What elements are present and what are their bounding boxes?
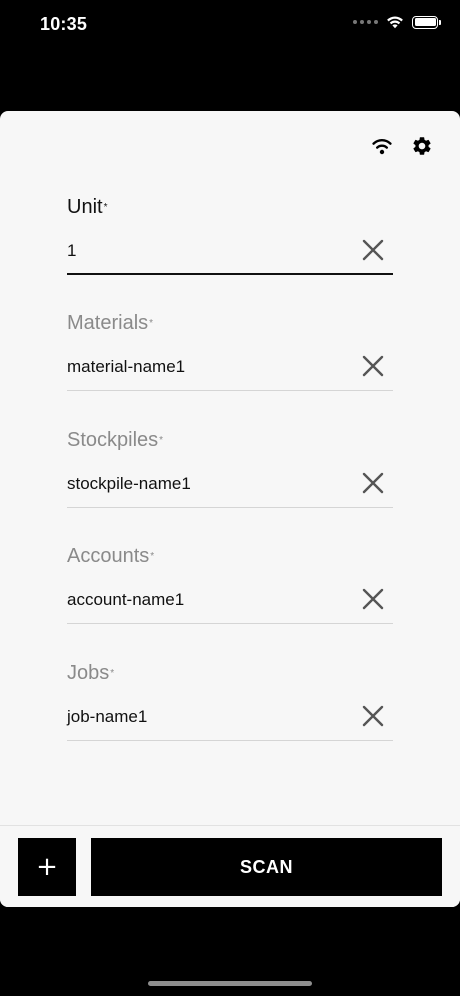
scan-button[interactable]: SCAN [91,838,442,896]
materials-field: Materials* material-name1 [67,312,393,391]
stockpiles-label: Stockpiles* [67,429,164,451]
close-icon [362,355,384,377]
close-icon [362,239,384,261]
materials-input[interactable]: material-name1 [67,345,393,391]
jobs-value: job-name1 [67,707,148,726]
unit-label: Unit* [67,196,108,218]
accounts-input[interactable]: account-name1 [67,578,393,624]
stockpiles-input[interactable]: stockpile-name1 [67,462,393,508]
accounts-value: account-name1 [67,590,185,609]
jobs-clear-button[interactable] [361,704,385,728]
gear-icon[interactable] [411,135,433,157]
accounts-label: Accounts* [67,545,155,567]
accounts-clear-button[interactable] [361,587,385,611]
status-time: 10:35 [40,14,88,34]
status-indicators [353,15,441,29]
stockpiles-clear-button[interactable] [361,471,385,495]
unit-value: 1 [67,241,77,260]
stockpiles-field: Stockpiles* stockpile-name1 [67,429,393,508]
close-icon [362,705,384,727]
close-icon [362,588,384,610]
bottom-action-bar: + SCAN [0,825,460,907]
jobs-field: Jobs* job-name1 [67,662,393,741]
materials-label: Materials* [67,312,154,334]
status-bar: 10:35 [0,0,460,50]
materials-value: material-name1 [67,357,186,376]
cellular-signal-icon [353,20,378,24]
wifi-icon[interactable] [371,137,393,155]
home-indicator[interactable] [148,981,312,986]
unit-input[interactable]: 1 [67,229,393,275]
unit-field: Unit* 1 [67,196,393,275]
accounts-field: Accounts* account-name1 [67,545,393,624]
add-button[interactable]: + [18,838,76,896]
unit-clear-button[interactable] [361,238,385,262]
battery-icon [412,15,441,29]
materials-clear-button[interactable] [361,354,385,378]
close-icon [362,472,384,494]
status-wifi-icon [387,16,403,29]
jobs-label: Jobs* [67,662,115,684]
app-sheet: Unit* 1 Materials* material-name1 Stockp… [0,111,460,907]
top-toolbar [371,135,433,157]
jobs-input[interactable]: job-name1 [67,695,393,741]
stockpiles-value: stockpile-name1 [67,474,191,493]
